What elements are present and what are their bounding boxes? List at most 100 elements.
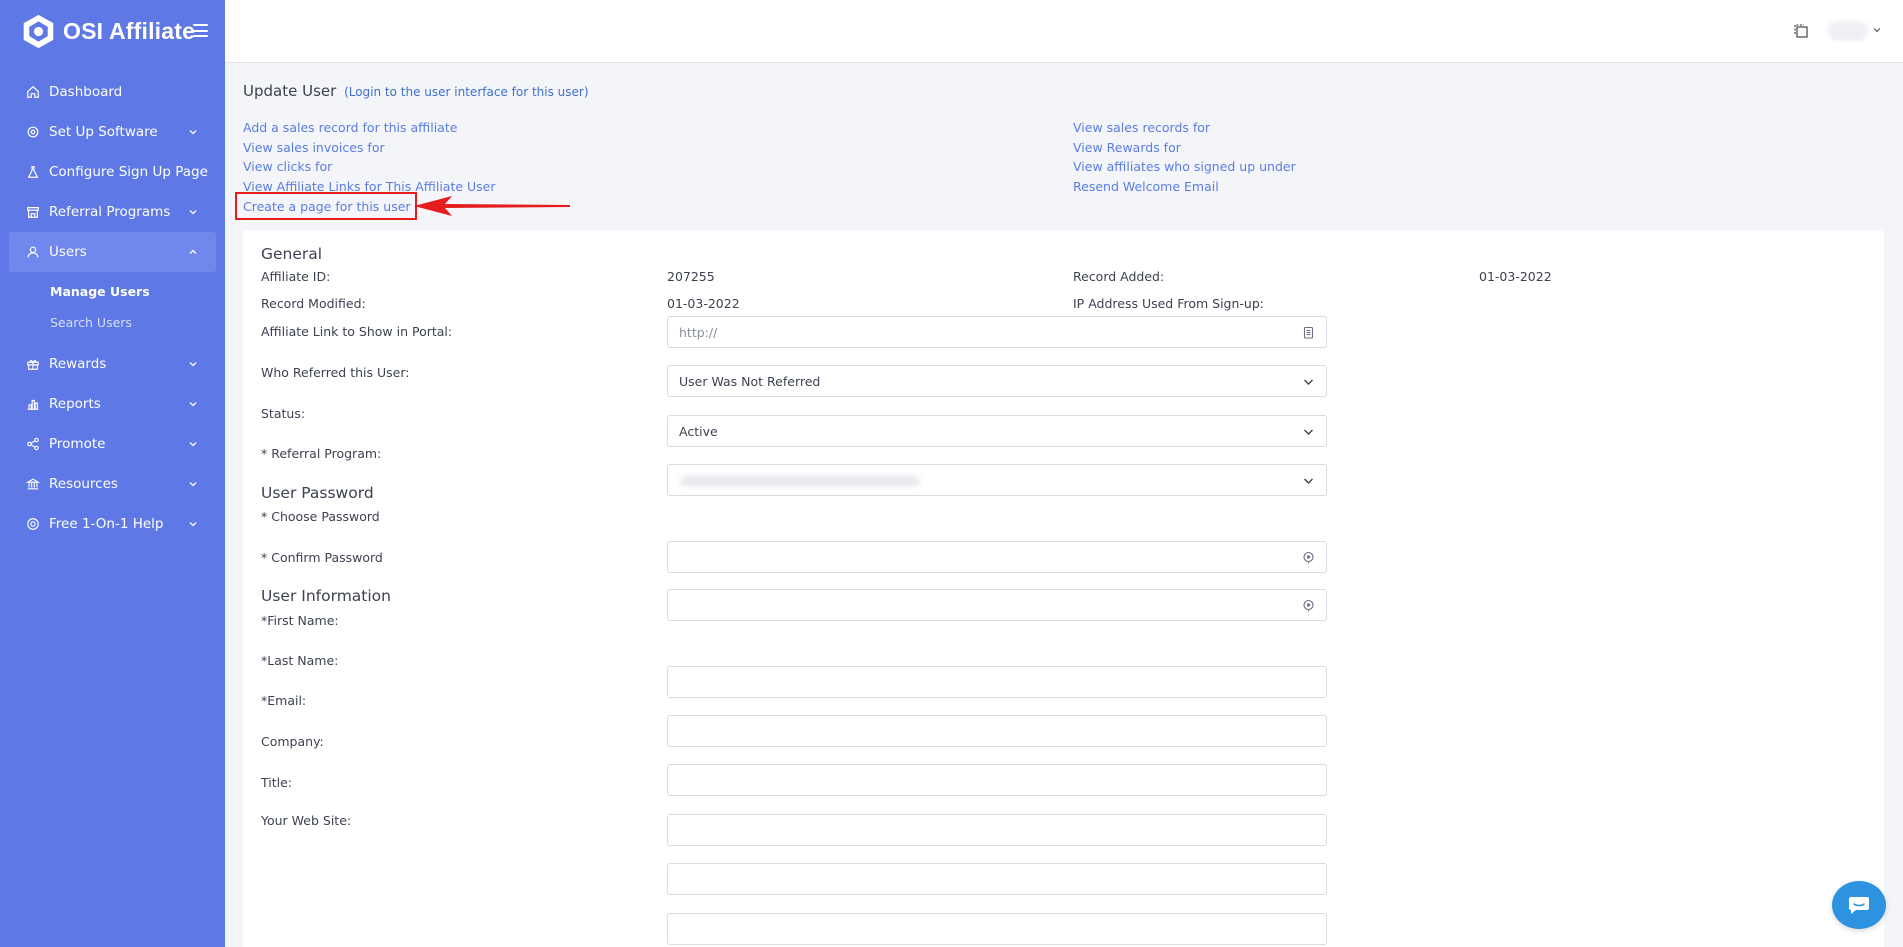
resend-welcome-email-link[interactable]: Resend Welcome Email [1073, 177, 1296, 197]
title-input[interactable] [667, 863, 1327, 895]
referral-program-select[interactable] [667, 464, 1327, 496]
sidebar-item-label: Set Up Software [49, 124, 158, 140]
eye-icon[interactable] [1302, 599, 1315, 612]
referral-program-label: * Referral Program: [261, 446, 382, 461]
sidebar-item-rewards[interactable]: Rewards [0, 344, 225, 384]
store-icon [26, 205, 40, 219]
email-input[interactable] [667, 764, 1327, 796]
view-clicks-link[interactable]: View clicks for [243, 157, 496, 177]
record-added-value: 01-03-2022 [1479, 269, 1552, 284]
sidebar-item-users[interactable]: Users [9, 232, 216, 272]
subnav-item-manage-users[interactable]: Manage Users [0, 276, 225, 307]
first-name-input[interactable] [667, 666, 1327, 698]
view-rewards-link[interactable]: View Rewards for [1073, 138, 1296, 158]
status-value: Active [679, 424, 718, 439]
status-label: Status: [261, 406, 306, 421]
chevron-down-icon [1304, 478, 1313, 484]
copy-icon[interactable] [1792, 22, 1810, 40]
chat-widget-button[interactable] [1832, 881, 1886, 929]
title-label: Title: [261, 775, 292, 790]
page-title-text: Update User [243, 82, 337, 100]
chevron-down-icon [1304, 429, 1313, 435]
avatar[interactable] [1828, 21, 1868, 41]
add-sales-record-link[interactable]: Add a sales record for this affiliate [243, 118, 496, 138]
email-label: *Email: [261, 693, 307, 708]
eye-icon[interactable] [1302, 551, 1315, 564]
choose-password-label: * Choose Password [261, 509, 380, 524]
view-signed-up-affiliates-link[interactable]: View affiliates who signed up under [1073, 157, 1296, 177]
login-as-user-link[interactable]: (Login to the user interface for this us… [344, 85, 588, 99]
record-modified-value: 01-03-2022 [667, 296, 740, 311]
sidebar-item-free-help[interactable]: Free 1-On-1 Help [0, 504, 225, 544]
chevron-down-icon [189, 482, 197, 487]
action-links-right: View sales records for View Rewards for … [1073, 118, 1296, 197]
brand: OSI Affiliate [0, 0, 225, 63]
chevron-down-icon [189, 442, 197, 447]
referred-by-label: Who Referred this User: [261, 365, 410, 380]
chevron-down-icon [189, 362, 197, 367]
sidebar-item-label: Rewards [49, 356, 107, 372]
annotation-arrow [414, 196, 570, 216]
confirm-password-label: * Confirm Password [261, 550, 383, 565]
chevron-down-icon [189, 522, 197, 527]
subnav-item-search-users[interactable]: Search Users [0, 307, 225, 338]
sidebar-item-label: Users [49, 244, 87, 260]
view-sales-invoices-link[interactable]: View sales invoices for [243, 138, 496, 158]
sidebar-item-promote[interactable]: Promote [0, 424, 225, 464]
sidebar-item-label: Resources [49, 476, 118, 492]
sidebar-item-dashboard[interactable]: Dashboard [0, 72, 225, 112]
sidebar-item-label: Promote [49, 436, 106, 452]
last-name-label: *Last Name: [261, 653, 339, 668]
chevron-down-icon [189, 130, 197, 135]
sidebar-item-set-up-software[interactable]: Set Up Software [0, 112, 225, 152]
referred-by-select[interactable]: User Was Not Referred [667, 365, 1327, 397]
sidebar-item-configure-sign-up-page[interactable]: Configure Sign Up Page [0, 152, 225, 192]
topbar [225, 0, 1903, 63]
view-sales-records-link[interactable]: View sales records for [1073, 118, 1296, 138]
section-title-password: User Password [261, 484, 374, 502]
chevron-down-icon [189, 402, 197, 407]
gift-icon [26, 357, 40, 371]
sidebar-nav: Dashboard Set Up Software Configure Sign… [0, 72, 225, 544]
page-title: Update User (Login to the user interface… [243, 82, 589, 100]
user-icon [26, 245, 40, 259]
user-form-card: General Affiliate ID: 207255 Record Adde… [243, 230, 1884, 947]
affiliate-link-label: Affiliate Link to Show in Portal: [261, 324, 453, 339]
annotation-highlight-box [235, 192, 417, 220]
section-title-user-info: User Information [261, 587, 391, 605]
sidebar-item-reports[interactable]: Reports [0, 384, 225, 424]
affiliate-link-input[interactable]: http:// [667, 316, 1327, 348]
record-modified-label: Record Modified: [261, 296, 366, 311]
sidebar: OSI Affiliate Dashboard Set Up Software … [0, 0, 225, 947]
flask-icon [26, 165, 40, 179]
ip-address-label: IP Address Used From Sign-up: [1073, 296, 1264, 311]
record-added-label: Record Added: [1073, 269, 1165, 284]
sidebar-item-referral-programs[interactable]: Referral Programs [0, 192, 225, 232]
affiliate-id-label: Affiliate ID: [261, 269, 331, 284]
menu-toggle-icon[interactable] [193, 24, 208, 37]
logo-icon [23, 14, 54, 49]
bar-chart-icon [26, 397, 40, 411]
chat-icon [1849, 897, 1869, 914]
sidebar-item-label: Referral Programs [49, 204, 171, 220]
affiliate-id-value: 207255 [667, 269, 715, 284]
confirm-password-input[interactable] [667, 589, 1327, 621]
sidebar-item-label: Reports [49, 396, 101, 412]
chevron-down-icon [1304, 379, 1313, 385]
company-input[interactable] [667, 814, 1327, 846]
users-subnav: Manage Users Search Users [0, 272, 225, 344]
website-label: Your Web Site: [261, 813, 352, 828]
share-icon [26, 437, 40, 451]
status-select[interactable]: Active [667, 415, 1327, 447]
website-input[interactable] [667, 913, 1327, 945]
choose-password-input[interactable] [667, 541, 1327, 573]
chevron-down-icon[interactable] [1873, 26, 1881, 34]
affiliate-link-placeholder: http:// [679, 325, 718, 340]
last-name-input[interactable] [667, 715, 1327, 747]
sidebar-item-resources[interactable]: Resources [0, 464, 225, 504]
section-title-general: General [261, 245, 323, 263]
referred-by-value: User Was Not Referred [679, 374, 821, 389]
sidebar-item-label: Dashboard [49, 84, 123, 100]
company-label: Company: [261, 734, 324, 749]
sidebar-item-label: Configure Sign Up Page [49, 164, 208, 180]
